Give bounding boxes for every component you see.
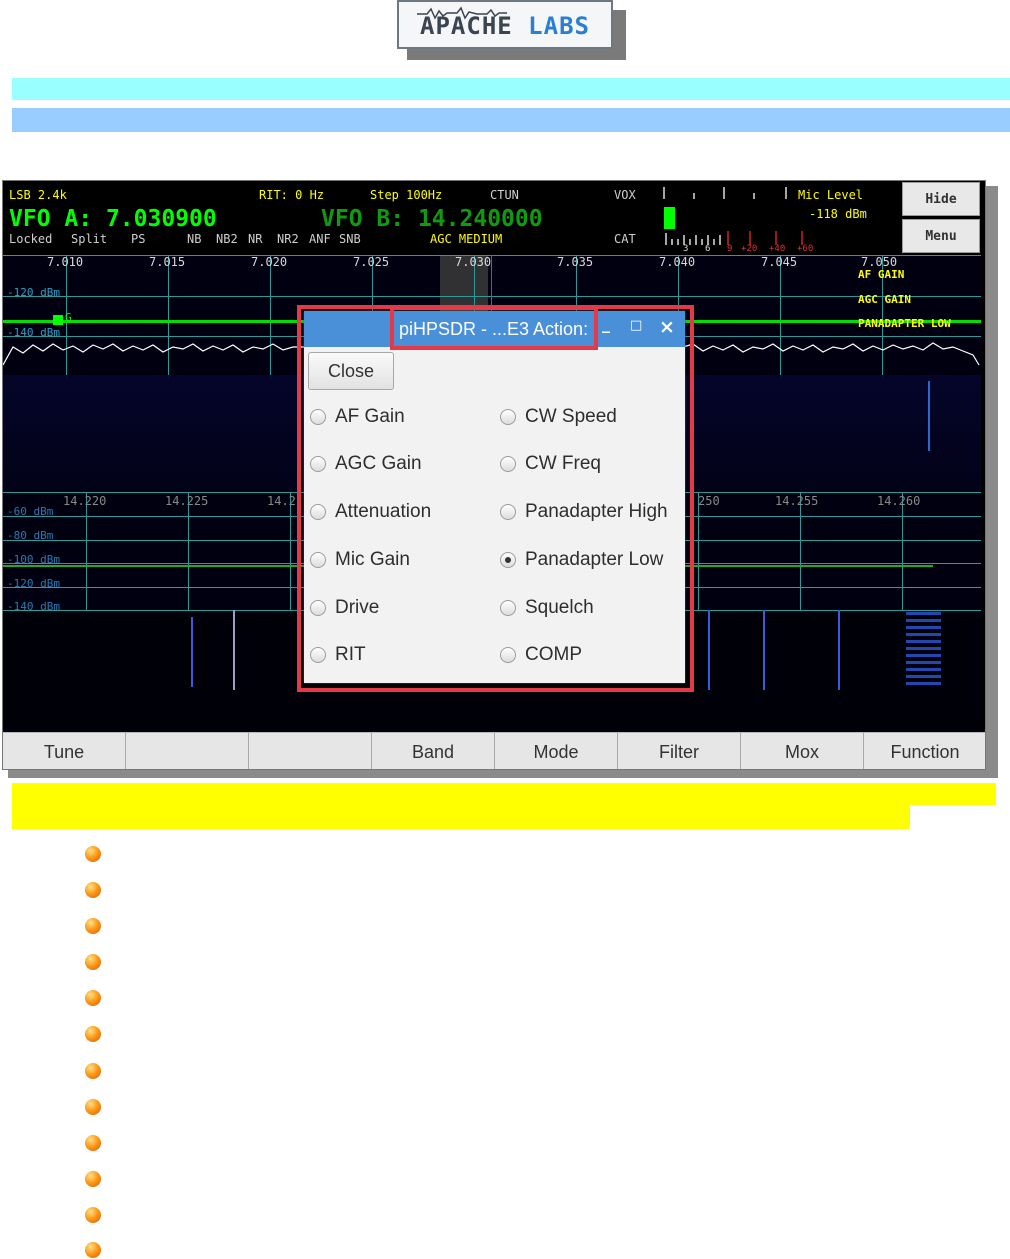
waterfall-signal [838,610,840,690]
tune-button[interactable]: Tune [3,732,126,769]
freq-label: 14.2 [267,494,296,508]
bullet-icon [85,1242,101,1258]
bullet-icon [85,882,101,898]
status-nb2[interactable]: NB2 [216,232,238,246]
meter-scale-3: 3 [683,244,689,254]
meter-scale-9: 9 [727,244,733,254]
vfo-b-frequency[interactable]: 14.240000 [418,206,543,232]
cyan-highlight-band [12,78,1010,100]
vfo-a-frequency[interactable]: 7.030900 [106,206,217,232]
meter-scale-40: +40 [769,244,786,254]
function-bar: Tune Band Mode Filter Mox Function [3,732,985,769]
yellow-highlight-band [12,783,996,805]
freq-label: 14.225 [165,494,209,508]
overlay-af-gain: AF GAIN [858,268,905,281]
freq-label: 250 [698,494,720,508]
freq-label: 7.015 [149,255,186,269]
bullet-icon [85,918,101,934]
blank-button-2[interactable] [249,732,372,769]
meter-scale-6: 6 [705,244,711,254]
freq-label: 14.220 [63,494,107,508]
status-anf[interactable]: ANF [309,232,331,246]
bullet-icon [85,1026,101,1042]
ctun-indicator[interactable]: CTUN [490,188,519,202]
blue-highlight-band [12,108,1010,132]
dialog-highlight-box [297,305,694,692]
yellow-highlight-band [12,805,910,829]
status-nr[interactable]: NR [248,232,262,246]
db-label: -60 dBm [7,505,54,518]
step-readout[interactable]: Step 100Hz [370,188,442,202]
hide-button[interactable]: Hide [902,182,980,216]
db-label: -100 dBm [7,553,60,566]
waterfall-signal-cluster [906,612,941,687]
status-nr2[interactable]: NR2 [277,232,299,246]
meter-scale-20: +20 [741,244,758,254]
freq-label: 7.030 [455,255,492,269]
freq-label: 7.035 [557,255,594,269]
freq-label: 7.010 [47,255,84,269]
apache-labs-logo: APACHE LABS [397,0,613,49]
freq-label: 7.020 [251,255,288,269]
band-button[interactable]: Band [372,732,495,769]
bullet-icon [85,1171,101,1187]
meter-scale-60: +60 [797,244,814,254]
signal-meter [663,187,803,245]
vfo-b-label: VFO B: [321,206,405,232]
logo-text-labs: LABS [528,12,590,40]
logo-text-apache: APACHE [420,12,513,40]
db-label: -120 dBm [7,577,60,590]
waterfall-signal [708,610,710,690]
freq-label: 7.045 [761,255,798,269]
overlay-agc-gain: AGC GAIN [858,293,911,306]
waterfall-signal [233,610,235,690]
bullet-icon [85,954,101,970]
vox-indicator[interactable]: VOX [614,188,636,202]
blank-button-1[interactable] [126,732,249,769]
menu-button[interactable]: Menu [902,219,980,253]
freq-label: 7.040 [659,255,696,269]
freq-label: 14.255 [775,494,819,508]
overlay-panadapter-low: PANADAPTER LOW [858,317,951,330]
bullet-icon [85,990,101,1006]
db-label: -80 dBm [7,529,54,542]
gain-marker-icon[interactable] [53,315,63,325]
bullet-icon [85,1099,101,1115]
status-ps[interactable]: PS [131,232,145,246]
filter-button[interactable]: Filter [618,732,741,769]
agc-readout[interactable]: AGC MEDIUM [430,232,502,246]
freq-label: 7.050 [861,255,898,269]
freq-label: 7.025 [353,255,390,269]
function-button[interactable]: Function [864,732,985,769]
waterfall-signal [191,617,193,687]
cat-indicator: CAT [614,232,636,246]
status-nb[interactable]: NB [187,232,201,246]
bullet-icon [85,1207,101,1223]
bullet-icon [85,846,101,862]
bullet-icon [85,1135,101,1151]
status-split[interactable]: Split [71,232,107,246]
vfo-a-label: VFO A: [9,206,93,232]
freq-label: 14.260 [877,494,921,508]
status-snb[interactable]: SNB [339,232,361,246]
rit-readout[interactable]: RIT: 0 Hz [259,188,324,202]
mox-button[interactable]: Mox [741,732,864,769]
mode-button[interactable]: Mode [495,732,618,769]
waterfall-signal [928,381,930,451]
bullet-icon [85,1063,101,1079]
status-locked[interactable]: Locked [9,232,52,246]
gain-marker-label: G [65,311,72,324]
waterfall-signal [763,610,765,690]
mode-readout[interactable]: LSB 2.4k [9,188,67,202]
db-label: -120 dBm [7,286,60,299]
